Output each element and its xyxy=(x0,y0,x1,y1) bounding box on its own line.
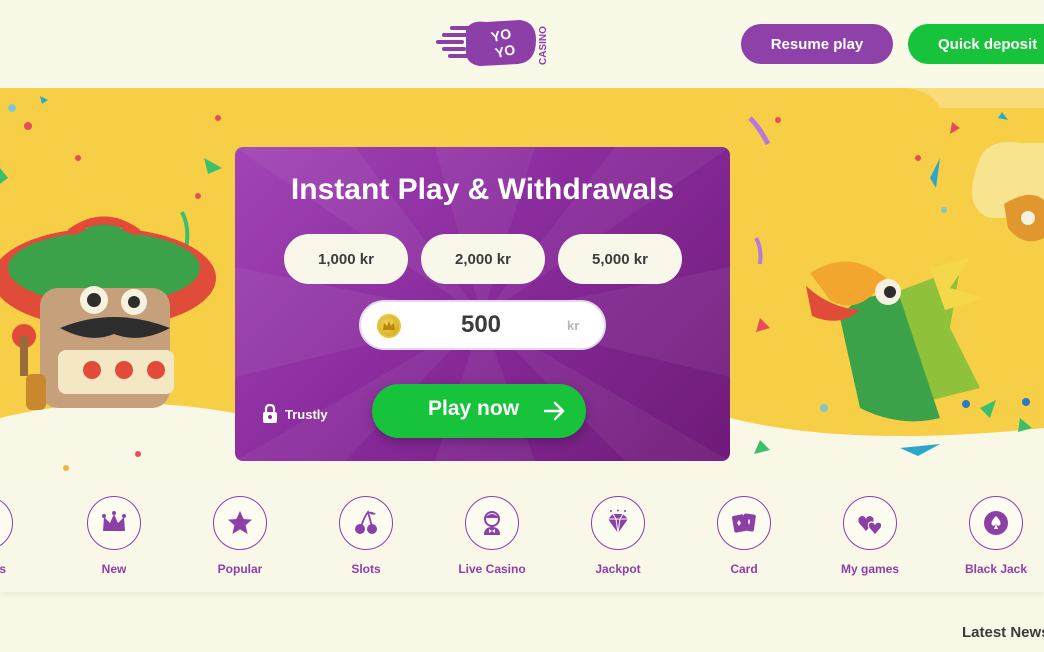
coin-icon xyxy=(377,314,401,338)
category-live-casino-label: Live Casino xyxy=(458,562,526,576)
deposit-amount-input[interactable]: 500 kr xyxy=(359,300,606,350)
panel-title: Instant Play & Withdrawals xyxy=(290,173,675,206)
category-new-circle[interactable] xyxy=(87,496,141,550)
category-new-label: New xyxy=(101,562,127,576)
amount-option-5000[interactable]: 5,000 kr xyxy=(558,234,682,284)
play-now-button[interactable]: Play now xyxy=(372,384,586,438)
slot-mascot-illustration xyxy=(0,216,216,410)
category-popular-circle[interactable] xyxy=(213,496,267,550)
quick-deposit-button[interactable]: Quick deposit xyxy=(908,24,1044,64)
instant-play-panel: Instant Play & Withdrawals 1,000 kr 2,00… xyxy=(235,147,730,461)
crown-icon xyxy=(383,321,395,330)
category-jackpot-circle[interactable] xyxy=(591,496,645,550)
cherry-icon xyxy=(355,510,377,534)
lock-icon xyxy=(263,404,277,423)
category-games-label: Games xyxy=(0,562,7,576)
category-slots-label: Slots xyxy=(351,562,381,576)
site-header: YO YO CASINO Resume play Quick deposit xyxy=(0,0,1044,88)
category-card-label: Card xyxy=(730,562,758,576)
crown-icon xyxy=(102,511,126,531)
category-black-jack-circle[interactable] xyxy=(969,496,1023,550)
toucan-mascot-illustration xyxy=(806,194,1044,422)
hearts-icon xyxy=(858,516,883,536)
category-black-jack-label: Black Jack xyxy=(964,562,1028,576)
deposit-amount-unit: kr xyxy=(567,318,580,333)
category-my-games-circle[interactable] xyxy=(843,496,897,550)
spade-icon xyxy=(984,511,1008,535)
trustly-badge: Trustly xyxy=(261,404,328,424)
category-popular-label: Popular xyxy=(217,562,263,576)
arrow-right-icon xyxy=(544,401,565,421)
amount-option-1000[interactable]: 1,000 kr xyxy=(284,234,408,284)
deposit-amount-value[interactable]: 500 xyxy=(421,311,541,339)
category-games-circle[interactable] xyxy=(0,496,13,550)
category-live-casino-circle[interactable] xyxy=(465,496,519,550)
amount-option-2000[interactable]: 2,000 kr xyxy=(421,234,545,284)
diamond-icon xyxy=(608,509,628,534)
category-card-circle[interactable] xyxy=(717,496,771,550)
star-icon xyxy=(228,511,252,534)
category-slots-circle[interactable] xyxy=(339,496,393,550)
latest-news-heading: Latest News xyxy=(962,624,1044,641)
svg-text:CASINO: CASINO xyxy=(538,26,549,65)
play-now-label: Play now xyxy=(428,397,520,420)
yoyo-casino-logo[interactable]: YO YO CASINO xyxy=(436,18,552,70)
cards-icon xyxy=(732,513,756,533)
category-jackpot-label: Jackpot xyxy=(595,562,641,576)
category-bar: Games New Popular Slots xyxy=(0,478,1044,592)
resume-play-button[interactable]: Resume play xyxy=(741,24,893,64)
dealer-icon xyxy=(484,511,500,535)
category-my-games-label: My games xyxy=(840,562,900,576)
trustly-label: Trustly xyxy=(285,406,328,422)
hero-banner: Instant Play & Withdrawals 1,000 kr 2,00… xyxy=(0,88,1044,478)
